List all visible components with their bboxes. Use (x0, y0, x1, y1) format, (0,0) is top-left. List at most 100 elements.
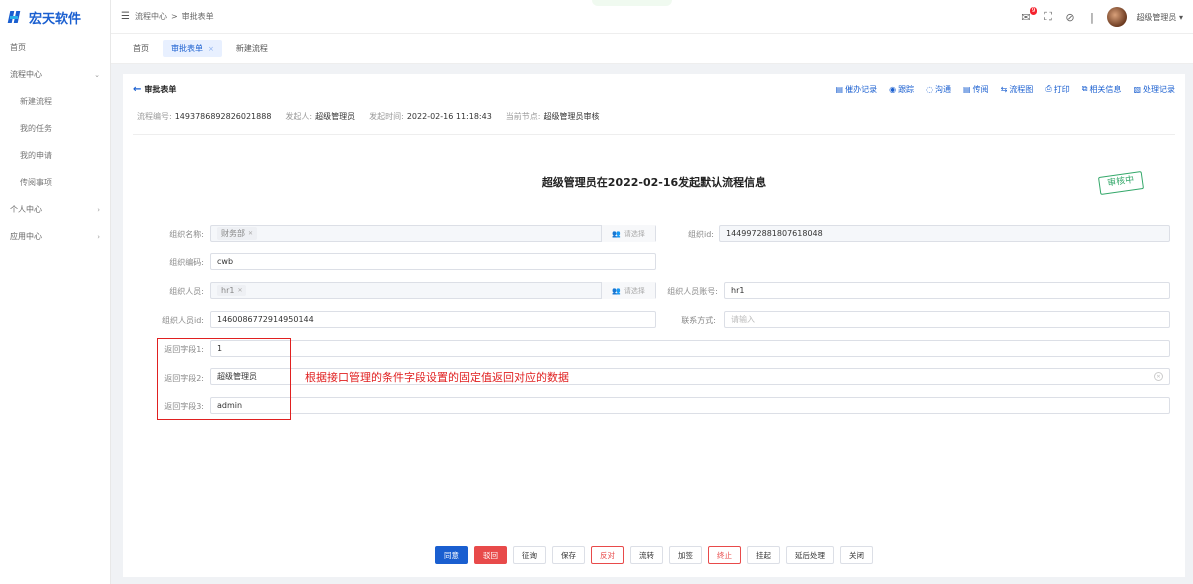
oppose-button[interactable]: 反对 (591, 546, 624, 564)
close-button[interactable]: 关闭 (840, 546, 873, 564)
sidebar-item-circulation[interactable]: 传阅事项 (0, 169, 110, 196)
sidebar-item-my-tasks[interactable]: 我的任务 (0, 115, 110, 142)
action-print[interactable]: ⎙ 打印 (1045, 84, 1069, 95)
org-id-field[interactable]: 1449972881807618048 (719, 225, 1170, 242)
org-person-label: 组织人员: (169, 287, 204, 296)
consult-button[interactable]: 征询 (513, 546, 546, 564)
breadcrumb-item[interactable]: 流程中心 (135, 11, 167, 22)
divider (133, 134, 1175, 135)
highlight-box (157, 338, 291, 420)
reject-button[interactable]: 驳回 (474, 546, 507, 564)
header-tools: ✉ 9 ⛶ ⊘ | 超级管理员 ▾ (1019, 0, 1183, 34)
org-name-field[interactable]: 财务部 ✕ 👥 请选择 (210, 225, 656, 242)
tab-new-process[interactable]: 新建流程 (228, 40, 276, 57)
action-communicate[interactable]: ◌ 沟通 (926, 84, 951, 95)
sidebar: 宏天软件 首页 流程中心 ⌄ 新建流程 我的任务 我的申请 传阅事项 个人中心 › … (0, 0, 111, 584)
chat-icon: ◌ (926, 84, 934, 94)
contact-placeholder: 请输入 (731, 315, 755, 324)
org-code-field[interactable]: cwb (210, 253, 656, 270)
terminate-button[interactable]: 终止 (708, 546, 741, 564)
person-id-label: 组织人员id: (162, 316, 204, 325)
print-icon: ⎙ (1045, 84, 1052, 93)
meta-node: 当前节点: 超级管理员审核 (506, 111, 600, 122)
sidebar-item-my-requests[interactable]: 我的申请 (0, 142, 110, 169)
tab-label: 审批表单 (171, 44, 203, 53)
contact-label: 联系方式: (681, 316, 716, 325)
user-icon: 👥 (612, 286, 621, 295)
person-account-field[interactable]: hr1 (724, 282, 1170, 299)
action-flowchart[interactable]: ⇆ 流程图 (1001, 84, 1034, 95)
user-menu[interactable]: 超级管理员 ▾ (1136, 12, 1183, 23)
user-icon: 👥 (612, 229, 621, 238)
return3-field[interactable]: admin (210, 397, 1170, 414)
defer-button[interactable]: 延后处理 (786, 546, 834, 564)
action-circulate[interactable]: ▤ 传阅 (963, 84, 989, 95)
avatar[interactable] (1107, 7, 1128, 27)
selected-tag: hr1 ✕ (217, 285, 247, 296)
action-label: 催办记录 (845, 84, 878, 94)
sidebar-item-process-center[interactable]: 流程中心 ⌄ (0, 61, 110, 88)
save-button[interactable]: 保存 (552, 546, 585, 564)
action-label: 跟踪 (898, 84, 915, 94)
chevron-down-icon: ⌄ (94, 70, 100, 79)
flowchart-icon: ⇆ (1000, 84, 1008, 94)
action-track[interactable]: ◉ 跟踪 (889, 84, 914, 95)
meta-time: 发起时间: 2022-02-16 11:18:43 (369, 111, 492, 122)
fullscreen-icon[interactable]: ⛶ (1041, 10, 1054, 24)
sidebar-item-label: 传阅事项 (20, 178, 52, 187)
action-process-record[interactable]: ▧ 处理记录 (1133, 84, 1175, 95)
sidebar-item-label: 我的申请 (20, 151, 52, 160)
tag-close-icon[interactable]: ✕ (237, 287, 242, 294)
add-sign-button[interactable]: 加签 (669, 546, 702, 564)
meta-initiator: 发起人: 超级管理员 (285, 111, 355, 122)
flow-meta: 流程编号: 1493786892826021888 发起人: 超级管理员 发起时间:… (123, 104, 1185, 128)
sidebar-item-new-process[interactable]: 新建流程 (0, 88, 110, 115)
org-person-field[interactable]: hr1 ✕ 👥 请选择 (210, 282, 656, 299)
chevron-right-icon: › (97, 232, 100, 241)
logo-icon (7, 10, 23, 24)
message-icon[interactable]: ✉ 9 (1019, 6, 1038, 24)
tag-close-icon[interactable]: ✕ (248, 230, 253, 237)
sidebar-item-home[interactable]: 首页 (0, 34, 110, 61)
theme-icon[interactable]: ⊘ (1063, 11, 1076, 24)
suspend-button[interactable]: 挂起 (747, 546, 780, 564)
action-label: 传阅 (972, 84, 989, 94)
sidebar-item-label: 个人中心 (10, 205, 42, 214)
person-id-field[interactable]: 1460086772914950144 (210, 311, 656, 328)
menu-toggle-icon[interactable]: ☰ (121, 11, 130, 22)
top-header: ☰ 流程中心 > 审批表单 ✉ 9 ⛶ ⊘ | 超级管理员 ▾ (111, 0, 1193, 34)
action-label: 流程图 (1009, 84, 1034, 94)
breadcrumb-item: 审批表单 (181, 12, 214, 21)
arrow-left-icon: ← (133, 83, 142, 95)
action-urge-record[interactable]: ▤ 催办记录 (836, 84, 878, 95)
page-title: 审批表单 (144, 84, 177, 94)
action-label: 打印 (1053, 84, 1070, 94)
transfer-button[interactable]: 流转 (630, 546, 663, 564)
meta-label: 发起人: (285, 111, 313, 121)
tab-approval-form[interactable]: 审批表单 × (163, 40, 222, 57)
meta-label: 流程编号: (137, 111, 172, 121)
org-name-label: 组织名称: (169, 230, 204, 239)
app-logo[interactable]: 宏天软件 (0, 0, 110, 34)
app-name: 宏天软件 (29, 11, 82, 27)
contact-field[interactable]: 请输入 (724, 311, 1170, 328)
record-icon: ▤ (835, 84, 844, 94)
action-related-info[interactable]: ⧉ 相关信息 (1082, 84, 1122, 95)
person-account-label: 组织人员账号: (667, 287, 718, 296)
sidebar-item-app-center[interactable]: 应用中心 › (0, 223, 110, 250)
breadcrumb-separator: > (170, 12, 178, 21)
track-icon: ◉ (889, 84, 897, 94)
sidebar-item-label: 新建流程 (20, 97, 52, 106)
sidebar-item-label: 我的任务 (20, 124, 52, 133)
org-select-button[interactable]: 👥 请选择 (601, 225, 655, 242)
tab-home[interactable]: 首页 (125, 40, 157, 57)
close-icon[interactable]: × (208, 45, 214, 53)
agree-button[interactable]: 同意 (435, 546, 468, 564)
back-button[interactable]: ← 审批表单 (133, 84, 176, 95)
return1-field[interactable]: 1 (210, 340, 1170, 357)
clear-icon[interactable]: ✕ (1154, 372, 1163, 381)
meta-value: 2022-02-16 11:18:43 (406, 111, 492, 121)
sidebar-item-personal-center[interactable]: 个人中心 › (0, 196, 110, 223)
person-select-button[interactable]: 👥 请选择 (601, 282, 655, 299)
org-code-label: 组织编码: (169, 258, 204, 267)
